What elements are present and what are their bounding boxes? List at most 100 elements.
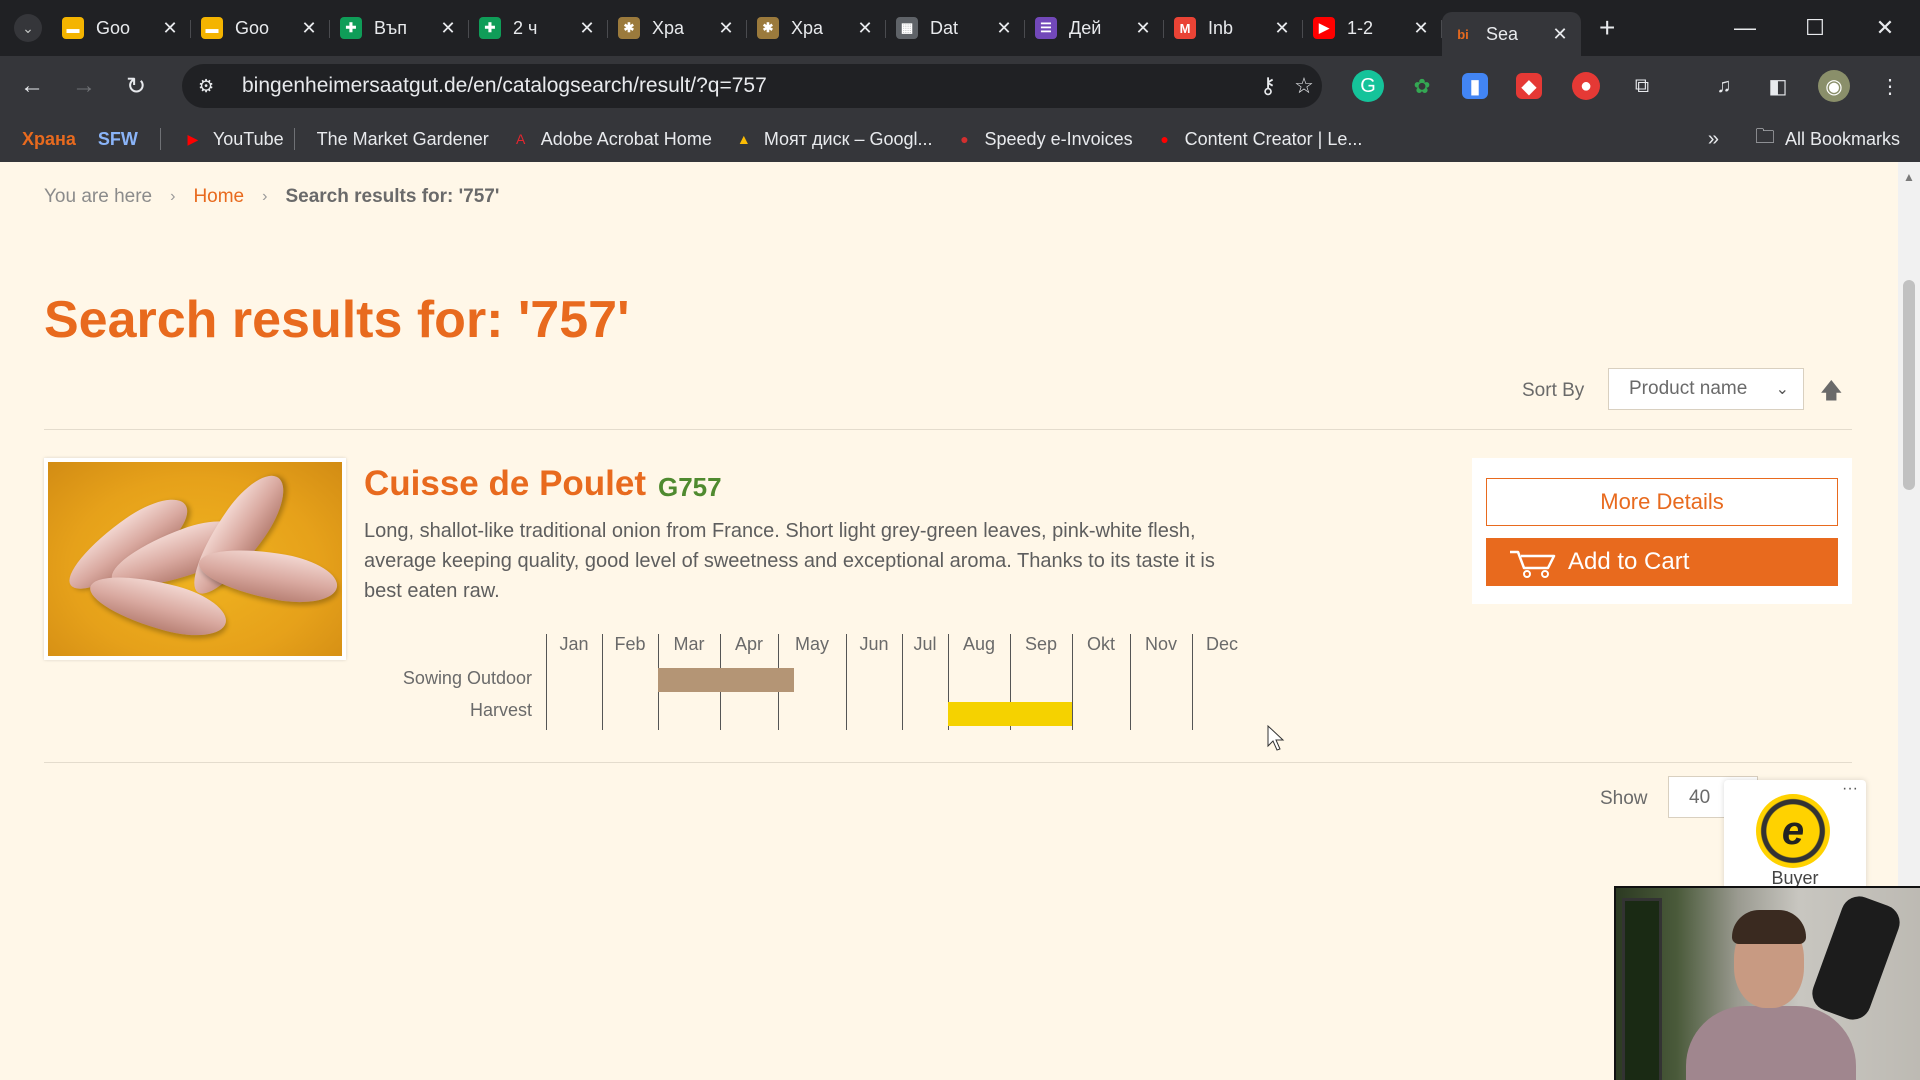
bookmark-item[interactable]: A Adobe Acrobat Home [511, 129, 712, 150]
bookmark-item[interactable]: ● Content Creator | Le... [1155, 129, 1362, 150]
webcam-overlay [1614, 886, 1920, 1080]
product-image[interactable] [44, 458, 346, 660]
url-text[interactable]: bingenheimersaatgut.de/en/catalogsearch/… [242, 74, 1250, 98]
more-options-icon[interactable]: ··· [1842, 780, 1858, 798]
tab-close-icon[interactable]: ✕ [437, 18, 459, 39]
tab-close-icon[interactable]: ✕ [715, 18, 737, 39]
maximize-button[interactable]: ☐ [1780, 15, 1850, 41]
tab-close-icon[interactable]: ✕ [576, 18, 598, 39]
plus-icon: + [1599, 12, 1616, 43]
tab-close-icon[interactable]: ✕ [1132, 18, 1154, 39]
youtube-icon: ● [1160, 131, 1169, 147]
reload-button[interactable]: ↻ [116, 66, 156, 106]
all-bookmarks-button[interactable]: All Bookmarks [1785, 129, 1900, 150]
browser-tab[interactable]: ▬ Goo ✕ [52, 8, 191, 48]
bookmark-item[interactable]: ● Speedy e-Invoices [955, 129, 1132, 150]
more-details-button[interactable]: More Details [1486, 478, 1838, 526]
add-to-cart-label: Add to Cart [1568, 548, 1690, 575]
browser-tab[interactable]: ☰ Дей ✕ [1025, 8, 1164, 48]
breadcrumb-home-link[interactable]: Home [193, 186, 244, 208]
google-sheets-icon: ✚ [479, 17, 501, 39]
sort-label: Sort By [1522, 380, 1585, 401]
tab-close-icon[interactable]: ✕ [1271, 18, 1293, 39]
breadcrumb: You are here › Home › Search results for… [44, 186, 499, 208]
bookmark-star-icon[interactable]: ☆ [1286, 73, 1322, 99]
puzzle-green-extension-icon[interactable]: ✿ [1406, 70, 1438, 102]
bookmarks-bar: Храна SFW ▶ YouTube The Market Gardener A Adob… [0, 116, 1920, 162]
browser-tab[interactable]: ▬ Goo ✕ [191, 8, 330, 48]
browser-tab[interactable]: ✱ Хра ✕ [608, 8, 747, 48]
red-extension-icon[interactable]: ● [1572, 72, 1600, 100]
bookmark-item[interactable]: The Market Gardener [317, 129, 489, 150]
product-name-link[interactable]: Cuisse de Poulet [364, 464, 646, 504]
youtube-icon: ▶ [187, 130, 199, 147]
browser-tab[interactable]: ▦ Dat ✕ [886, 8, 1025, 48]
chevron-right-icon: › [170, 188, 176, 205]
grammarly-extension-icon[interactable]: G [1352, 70, 1384, 102]
mouse-cursor-icon [1267, 724, 1285, 751]
calendar-row-label: Sowing Outdoor [402, 668, 532, 688]
sort-direction-arrow-icon[interactable]: 🡅 [1820, 374, 1843, 412]
bookmark-extension-icon[interactable]: ▮ [1462, 73, 1488, 99]
close-window-button[interactable]: ✕ [1850, 15, 1920, 41]
tab-close-icon[interactable]: ✕ [298, 18, 320, 39]
calendar-month-label: May [794, 634, 829, 654]
bookmark-label: SFW [97, 128, 138, 149]
media-control-icon[interactable]: ♫ [1708, 70, 1740, 102]
bookmark-item[interactable]: Храна [22, 129, 76, 150]
breadcrumb-label: You are here [44, 186, 153, 207]
tab-search-button[interactable]: ⌄ [14, 14, 42, 42]
shield-extension-icon[interactable]: ◆ [1516, 73, 1542, 99]
show-label: Show [1600, 788, 1648, 809]
browser-tab[interactable]: M Inb ✕ [1164, 8, 1303, 48]
scroll-up-arrow-icon[interactable]: ▲ [1903, 170, 1915, 184]
tab-close-icon[interactable]: ✕ [1410, 18, 1432, 39]
more-bookmarks-chevron-icon[interactable]: » [1708, 128, 1719, 151]
tab-close-icon[interactable]: ✕ [854, 18, 876, 39]
profile-avatar[interactable]: ◉ [1818, 70, 1850, 102]
password-key-icon[interactable]: ⚷ [1250, 73, 1286, 99]
minimize-button[interactable]: — [1710, 15, 1780, 41]
calendar-gridline [1130, 634, 1131, 730]
tab-close-icon[interactable]: ✕ [1549, 24, 1571, 45]
scrollbar-thumb[interactable] [1903, 280, 1915, 490]
new-tab-button[interactable]: + [1599, 12, 1615, 44]
bookmark-item[interactable]: ▲ Моят диск – Googl... [734, 129, 933, 150]
tab-close-icon[interactable]: ✕ [159, 18, 181, 39]
plant-icon: ✱ [618, 17, 640, 39]
browser-tab[interactable]: ✚ 2 ч ✕ [469, 8, 608, 48]
bingenheimer-icon: bi [1457, 26, 1469, 42]
calendar-month-label: Jan [559, 634, 589, 654]
tab-close-icon[interactable]: ✕ [993, 18, 1015, 39]
calendar-gridline [1072, 634, 1073, 730]
google-slides-icon: ▬ [201, 17, 223, 39]
browser-tab[interactable]: ▶ 1-2 ✕ [1303, 8, 1442, 48]
browser-tab[interactable]: ✚ Въп ✕ [330, 8, 469, 48]
site-settings-icon[interactable]: ⚙ [198, 76, 228, 97]
side-panel-icon[interactable]: ◧ [1762, 70, 1794, 102]
breadcrumb-current: Search results for: '757' [285, 186, 500, 207]
bookmark-label: Adobe Acrobat Home [540, 128, 712, 149]
back-button[interactable]: ← [12, 66, 52, 106]
tab-title: Sea [1486, 23, 1519, 44]
folder-icon: 🗀 [1754, 126, 1775, 148]
browser-menu-icon[interactable]: ⋮ [1874, 70, 1906, 102]
product-code: G757 [658, 472, 722, 502]
calendar-gridline [546, 634, 547, 730]
calendar-month-label: Feb [614, 634, 646, 654]
calendar-gridline [602, 634, 603, 730]
add-to-cart-button[interactable]: Add to Cart [1486, 538, 1838, 586]
tab-title: Хра [652, 17, 685, 38]
bookmark-item[interactable]: SFW [98, 129, 138, 150]
forward-button[interactable]: → [64, 66, 104, 106]
browser-tab[interactable]: ✱ Хра ✕ [747, 8, 886, 48]
tab-strip: ▬ Goo ✕ ▬ Goo ✕ ✚ Въп ✕ ✚ 2 ч ✕ ✱ Хра ✕ ✱ Хра ✕ ▦ Dat ✕ ☰ Дей ✕… [52, 0, 1581, 56]
calendar-gridline [902, 634, 903, 730]
sort-by-select[interactable]: Product name ⌄ [1608, 368, 1804, 410]
address-bar[interactable]: ⚙ bingenheimersaatgut.de/en/catalogsearc… [182, 64, 1322, 108]
bookmark-label: YouTube [212, 128, 284, 149]
browser-tab[interactable]: bi Sea ✕ [1442, 12, 1581, 56]
bookmark-item[interactable]: ▶ YouTube [183, 129, 284, 150]
trusted-shops-badge[interactable]: ··· e Buyer [1724, 780, 1866, 890]
extensions-puzzle-icon[interactable]: ⧉ [1626, 70, 1658, 102]
